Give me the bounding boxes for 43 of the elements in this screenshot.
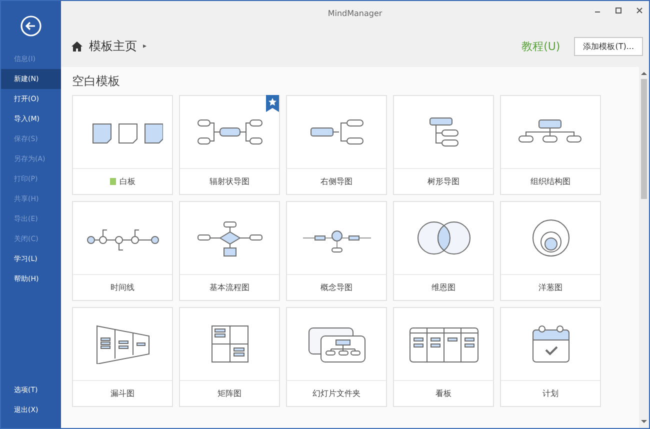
template-label: 维恩图: [432, 282, 456, 293]
scrollbar-thumb[interactable]: [641, 79, 647, 199]
template-card[interactable]: 计划: [500, 307, 601, 407]
template-card[interactable]: 白板: [72, 95, 173, 195]
template-label: 时间线: [110, 282, 134, 293]
scroll-down-icon[interactable]: [641, 420, 647, 424]
template-label: 计划: [542, 388, 558, 399]
template-label: 辐射状导图: [210, 176, 250, 187]
template-card[interactable]: 右侧导图: [286, 95, 387, 195]
template-card[interactable]: 维恩图: [393, 201, 494, 301]
template-label: 右侧导图: [320, 176, 352, 187]
template-card[interactable]: 组织结构图: [500, 95, 601, 195]
template-card[interactable]: 辐射状导图: [179, 95, 280, 195]
template-card[interactable]: 基本流程图: [179, 201, 280, 301]
template-card[interactable]: 漏斗图: [72, 307, 173, 407]
back-icon[interactable]: [20, 15, 42, 37]
template-label: 组织结构图: [530, 176, 570, 187]
add-template-button[interactable]: 添加模板(T)...: [574, 36, 643, 56]
section-title: 空白模板: [72, 73, 121, 90]
template-card[interactable]: 幻灯片文件夹: [286, 307, 387, 407]
template-card[interactable]: 洋葱图: [500, 201, 601, 301]
star-badge-icon: [266, 95, 279, 112]
window-title: MindManager: [328, 8, 382, 18]
home-icon[interactable]: [71, 40, 83, 52]
template-card[interactable]: 时间线: [72, 201, 173, 301]
template-label: 矩阵图: [218, 388, 242, 399]
template-label: 看板: [436, 388, 452, 399]
template-card[interactable]: 概念导图: [286, 201, 387, 301]
template-label: 漏斗图: [110, 388, 134, 399]
breadcrumb[interactable]: 模板主页: [89, 38, 137, 54]
template-label: 树形导图: [428, 176, 460, 187]
template-label: 白板: [120, 176, 136, 187]
template-card[interactable]: 矩阵图: [179, 307, 280, 407]
template-label: 幻灯片文件夹: [312, 388, 360, 399]
close-icon[interactable]: [636, 7, 643, 14]
new-icon: [110, 178, 116, 185]
template-card[interactable]: 树形导图: [393, 95, 494, 195]
maximize-icon[interactable]: [615, 7, 622, 14]
scroll-up-icon[interactable]: [641, 71, 647, 75]
template-label: 洋葱图: [538, 282, 562, 293]
template-card[interactable]: 看板: [393, 307, 494, 407]
template-label: 概念导图: [320, 282, 352, 293]
template-label: 基本流程图: [210, 282, 250, 293]
